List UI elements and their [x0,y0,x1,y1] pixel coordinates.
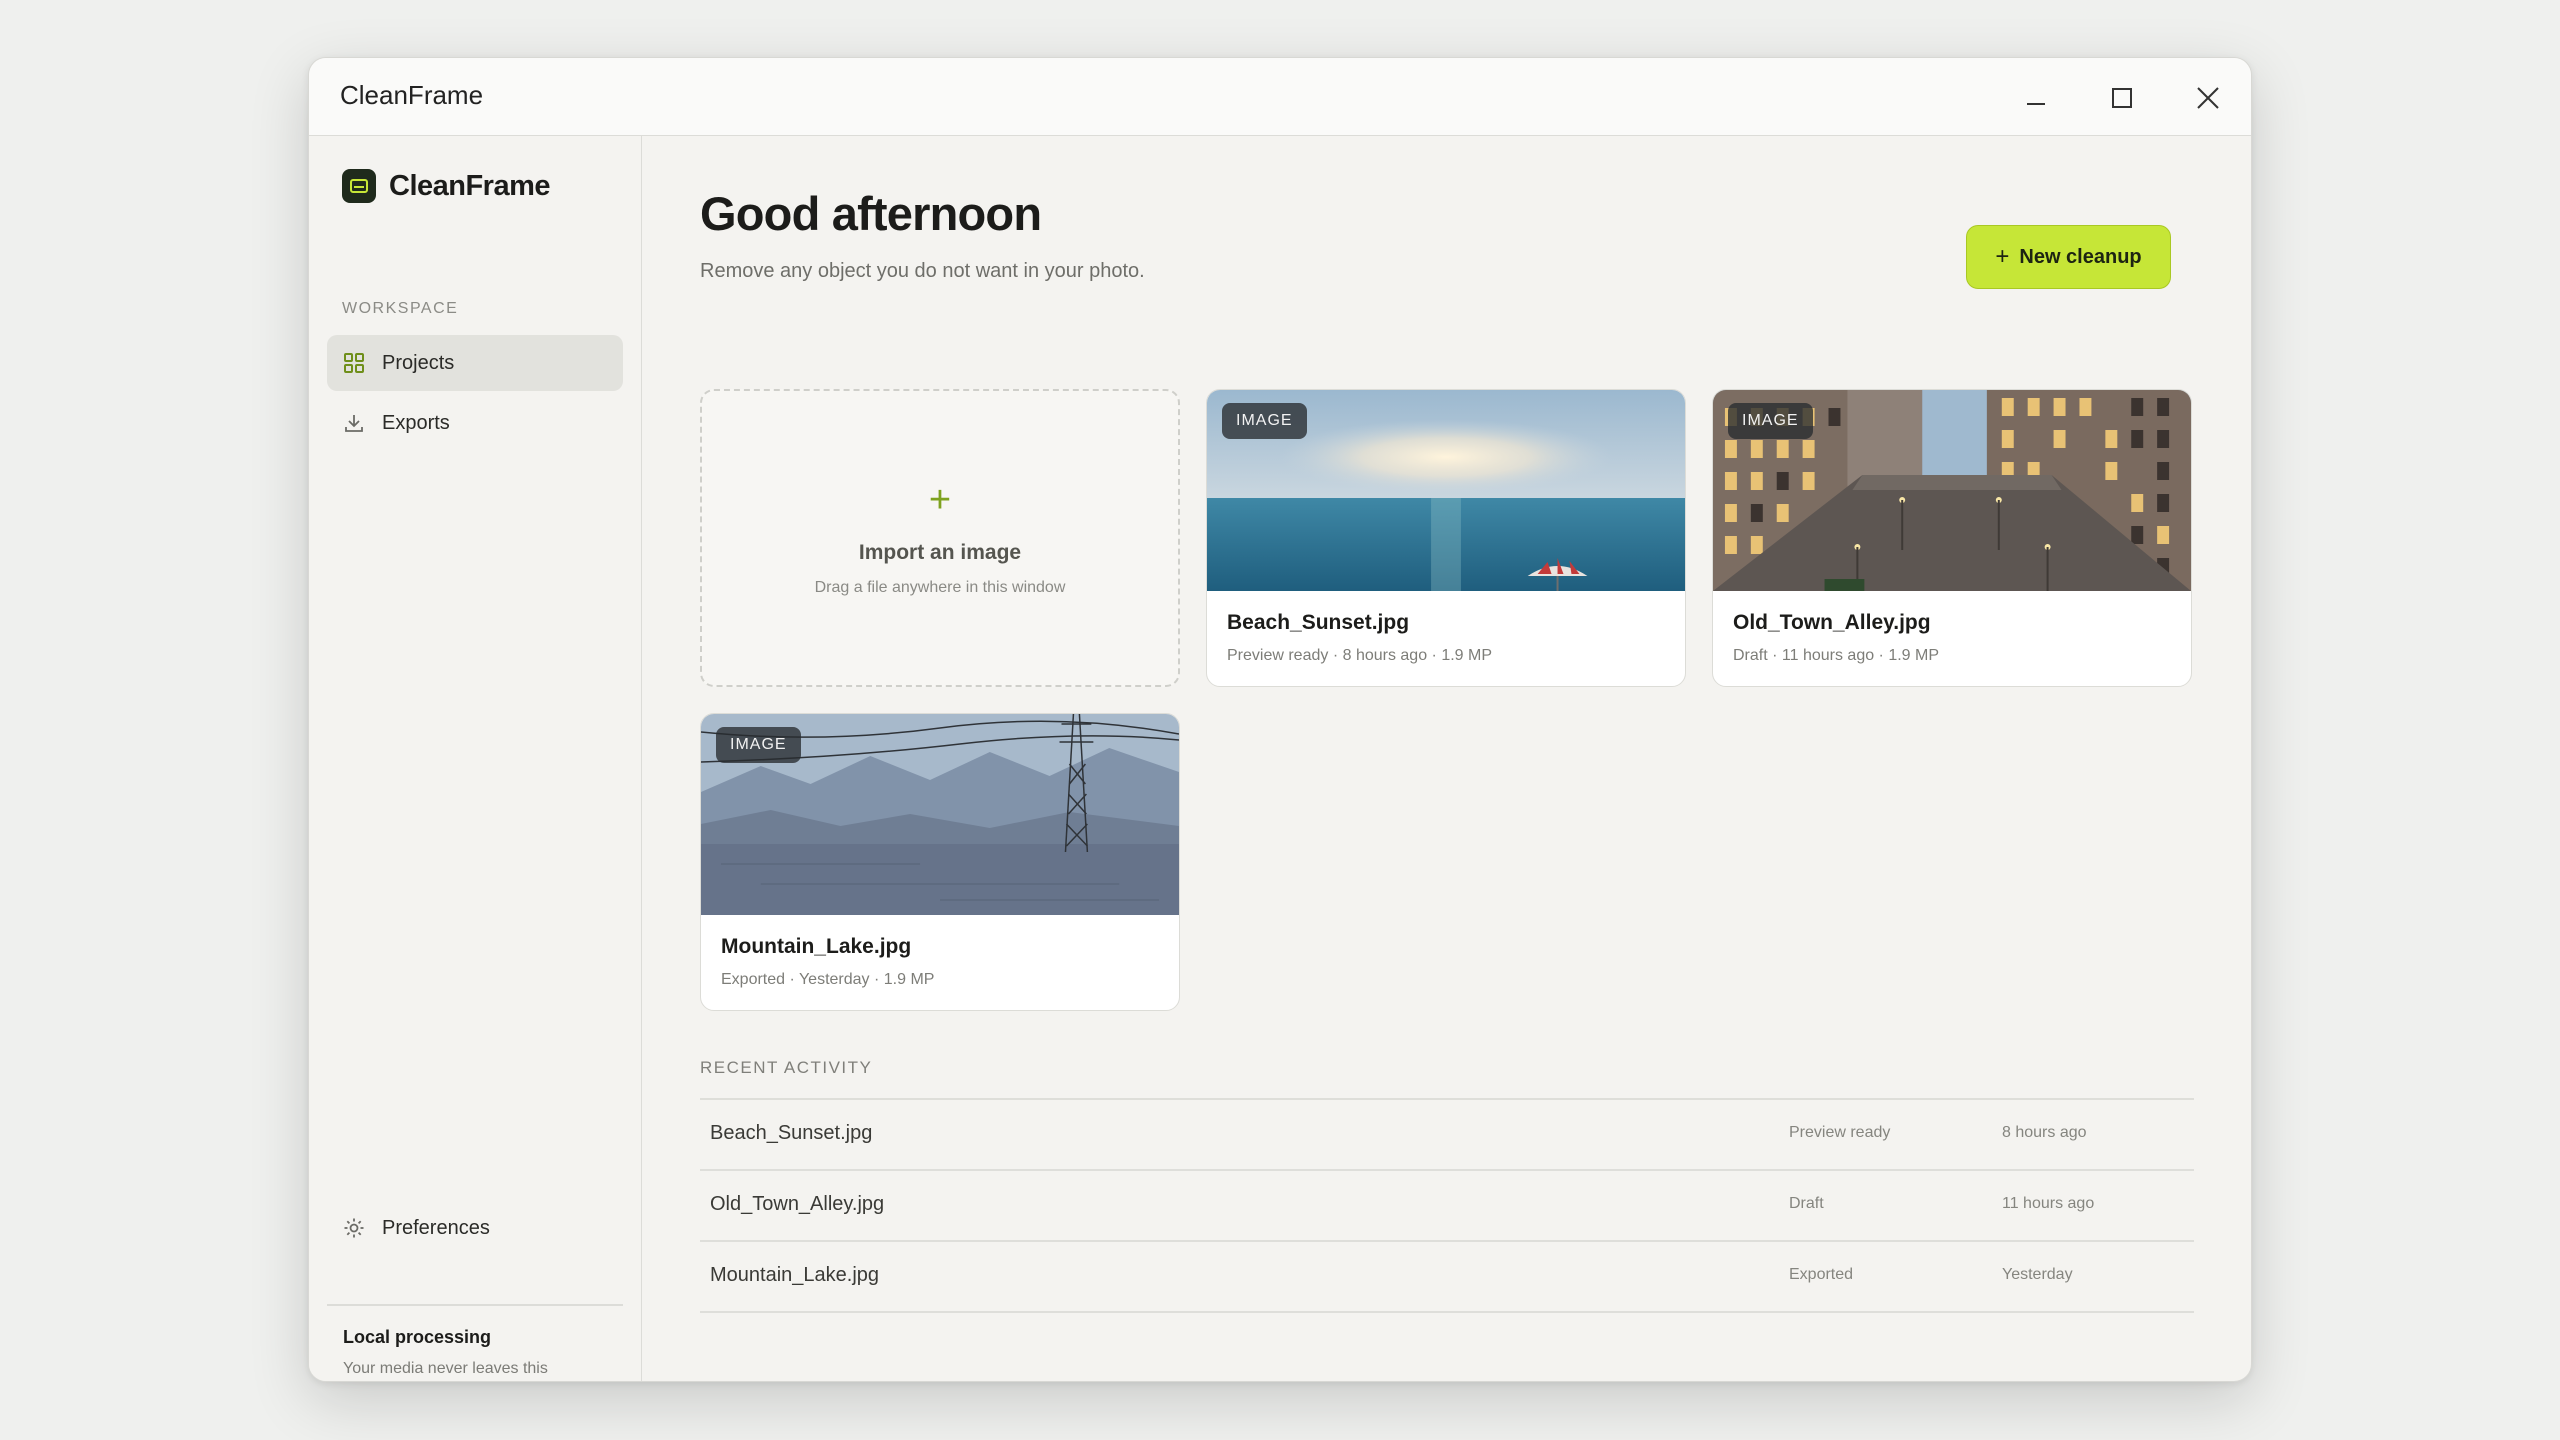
sidebar-item-projects[interactable]: Projects [327,335,623,391]
project-name: Beach_Sunset.jpg [1227,611,1410,634]
sidebar-item-label: Preferences [382,1216,490,1239]
activity-name: Old_Town_Alley.jpg [710,1193,885,1215]
grid-icon [342,351,366,375]
activity-time: 11 hours ago [2002,1195,2095,1212]
new-cleanup-button[interactable]: + New cleanup [1966,225,2171,289]
list-item[interactable]: Mountain_Lake.jpg Exported Yesterday [700,1242,2194,1313]
close-icon [2197,87,2219,109]
window-title: CleanFrame [340,80,484,110]
page-title: Good afternoon [700,187,1042,240]
maximize-icon [2112,88,2132,108]
minimize-button[interactable] [2014,76,2058,120]
import-subtitle: Drag a file anywhere in this window [814,579,1066,596]
brand-name: CleanFrame [389,169,551,202]
brand: CleanFrame [342,169,551,203]
app-window: CleanFrame CleanFrame WORKSPACE Projects [308,57,2252,1382]
list-item[interactable]: Beach_Sunset.jpg Preview ready 8 hours a… [700,1100,2194,1171]
image-badge: IMAGE [716,727,801,763]
title-bar: CleanFrame [309,58,2251,136]
gear-icon [342,1216,366,1240]
sidebar-item-label: Exports [382,411,450,434]
project-name: Old_Town_Alley.jpg [1733,611,1931,634]
project-meta: Draft · 11 hours ago · 1.9 MP [1733,647,1940,664]
sidebar-divider [327,1304,623,1306]
workspace-label: WORKSPACE [342,300,459,317]
import-image-card[interactable]: + Import an image Drag a file anywhere i… [700,389,1180,687]
recent-activity-list: Beach_Sunset.jpg Preview ready 8 hours a… [700,1098,2194,1313]
maximize-button[interactable] [2100,76,2144,120]
sidebar: CleanFrame WORKSPACE Projects Exports Pr… [309,136,642,1381]
activity-name: Mountain_Lake.jpg [710,1264,880,1286]
main-content: Good afternoon Remove any object you do … [643,136,2251,1381]
brand-logo-icon [342,169,376,203]
project-meta: Preview ready · 8 hours ago · 1.9 MP [1227,647,1493,664]
local-processing-title: Local processing [343,1327,492,1347]
sidebar-item-preferences[interactable]: Preferences [327,1200,623,1256]
project-card-old-town[interactable]: IMAGE Old_Town_Alley.jpg Draft · 11 hour… [1712,389,2192,687]
image-badge: IMAGE [1728,403,1813,439]
recent-activity-label: RECENT ACTIVITY [700,1058,873,1077]
download-icon [342,411,366,435]
activity-status: Preview ready [1789,1124,1891,1141]
list-item[interactable]: Old_Town_Alley.jpg Draft 11 hours ago [700,1171,2194,1242]
page-subtitle: Remove any object you do not want in you… [700,260,1145,282]
project-card-beach[interactable]: IMAGE Beach_Sunset.jpg Preview ready · 8… [1206,389,1686,687]
close-button[interactable] [2186,76,2230,120]
activity-status: Exported [1789,1266,1854,1283]
sidebar-item-exports[interactable]: Exports [327,395,623,451]
project-name: Mountain_Lake.jpg [721,935,912,958]
plus-icon: + [1995,243,2010,270]
import-title: Import an image [858,541,1022,564]
activity-time: 8 hours ago [2002,1124,2087,1141]
activity-name: Beach_Sunset.jpg [710,1122,873,1144]
local-processing-desc: Your media never leaves this computer. [343,1360,548,1377]
activity-status: Draft [1789,1195,1824,1212]
activity-time: Yesterday [2002,1266,2073,1283]
sidebar-item-label: Projects [382,351,455,374]
project-meta: Exported · Yesterday · 1.9 MP [721,971,935,988]
image-badge: IMAGE [1222,403,1307,439]
project-card-mountain-lake[interactable]: IMAGE Mountain_Lake.jpg Exported · Yeste… [700,713,1180,1011]
new-cleanup-label: New cleanup [2019,245,2142,268]
minimize-icon [2027,103,2045,105]
import-plus-icon: + [928,479,952,521]
